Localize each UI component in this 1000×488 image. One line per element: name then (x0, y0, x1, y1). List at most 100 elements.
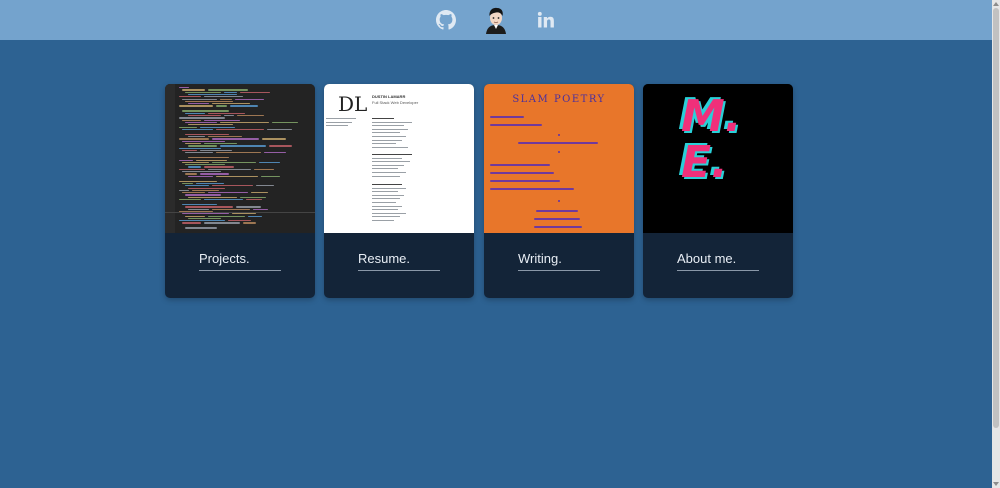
code-line (182, 119, 201, 121)
resume-text-line (372, 168, 398, 170)
code-line (188, 208, 209, 210)
code-line (179, 147, 221, 149)
code-line (212, 103, 250, 105)
avatar (482, 6, 510, 34)
resume-text-line (372, 187, 406, 189)
resume-thumbnail: DL DUSTIN LAMARR Full Stack Web Develope… (324, 84, 474, 233)
code-line (182, 140, 225, 142)
code-line (185, 133, 229, 136)
code-line (208, 136, 242, 138)
code-line (182, 213, 229, 215)
code-line (185, 215, 205, 217)
code-line (204, 143, 237, 145)
card-label: Resume. (358, 251, 411, 266)
code-line (182, 222, 201, 224)
poem-line (490, 164, 550, 166)
code-line (179, 168, 205, 170)
card-projects[interactable]: Projects. (165, 84, 315, 298)
code-line (188, 124, 233, 126)
scrollbar[interactable] (992, 0, 1000, 488)
code-line (208, 112, 245, 114)
code-line (179, 220, 225, 222)
code-line (204, 199, 243, 201)
code-line (179, 189, 189, 192)
avatar-link[interactable] (482, 6, 510, 34)
code-line (230, 105, 258, 107)
code-line (188, 175, 213, 177)
code-line (179, 126, 197, 128)
resume-text-line (372, 202, 396, 203)
label-underline (199, 270, 281, 271)
code-line (220, 98, 232, 100)
code-line (208, 192, 248, 194)
code-line (185, 173, 197, 175)
github-link[interactable] (432, 6, 460, 34)
resume-text-line (326, 125, 348, 127)
poem-line (490, 172, 554, 174)
code-line (188, 187, 225, 189)
code-line (182, 204, 217, 206)
me-logo: M. E. (681, 91, 742, 188)
scroll-up-arrow-icon[interactable] (993, 2, 999, 6)
code-line (212, 185, 253, 187)
code-line (185, 121, 217, 124)
label-underline (518, 270, 600, 271)
code-line (240, 91, 270, 93)
resume-subtitle: Full Stack Web Developer (372, 100, 419, 105)
code-line (179, 96, 201, 98)
code-line (262, 138, 286, 140)
code-line (182, 128, 213, 131)
code-line (228, 220, 251, 222)
card-about[interactable]: M. E. About me. (643, 84, 793, 298)
code-line (182, 110, 229, 112)
resume-text-line (372, 220, 394, 221)
code-line (212, 208, 250, 210)
github-icon (436, 10, 456, 30)
resume-initials: DL (338, 92, 368, 116)
code-line (182, 149, 197, 152)
code-line (188, 93, 237, 96)
code-line (216, 152, 261, 154)
code-line (248, 215, 262, 217)
scroll-down-arrow-icon[interactable] (993, 482, 999, 486)
code-line (204, 222, 240, 224)
resume-text-line (372, 118, 394, 120)
card-resume[interactable]: DL DUSTIN LAMARR Full Stack Web Develope… (324, 84, 474, 298)
resume-text-line (372, 157, 402, 159)
resume-text-line (372, 143, 396, 145)
resume-text-line (372, 175, 400, 177)
linkedin-link[interactable] (532, 6, 560, 34)
code-line (182, 98, 217, 100)
code-line (212, 161, 256, 164)
writing-thumbnail: SLAM POETRY (484, 84, 634, 233)
resume-text-line (326, 121, 352, 123)
code-line (188, 196, 237, 198)
resume-text-line (326, 118, 356, 119)
code-line (264, 152, 286, 154)
code-line (188, 115, 221, 117)
code-line (185, 91, 221, 93)
poem-title: SLAM POETRY (512, 94, 606, 105)
code-line (179, 87, 189, 89)
code-line (232, 213, 256, 215)
linkedin-icon (537, 11, 554, 28)
code-line (185, 206, 233, 208)
resume-text-line (372, 164, 404, 166)
poem-separator (558, 134, 560, 136)
code-line (196, 159, 227, 161)
resume-text-line (372, 128, 408, 130)
card-label: About me. (677, 251, 737, 266)
code-line (179, 210, 213, 213)
card-writing[interactable]: SLAM POETRY Writing. (484, 84, 634, 298)
resume-text-line (372, 216, 400, 218)
label-underline (358, 270, 440, 271)
poem-line (490, 188, 574, 190)
code-line (188, 103, 209, 105)
code-line (188, 157, 229, 159)
scroll-thumb[interactable] (993, 8, 999, 428)
poem-separator (558, 200, 560, 202)
code-line (179, 105, 213, 107)
code-line (216, 175, 258, 177)
code-line (182, 171, 221, 173)
code-line (185, 152, 213, 154)
